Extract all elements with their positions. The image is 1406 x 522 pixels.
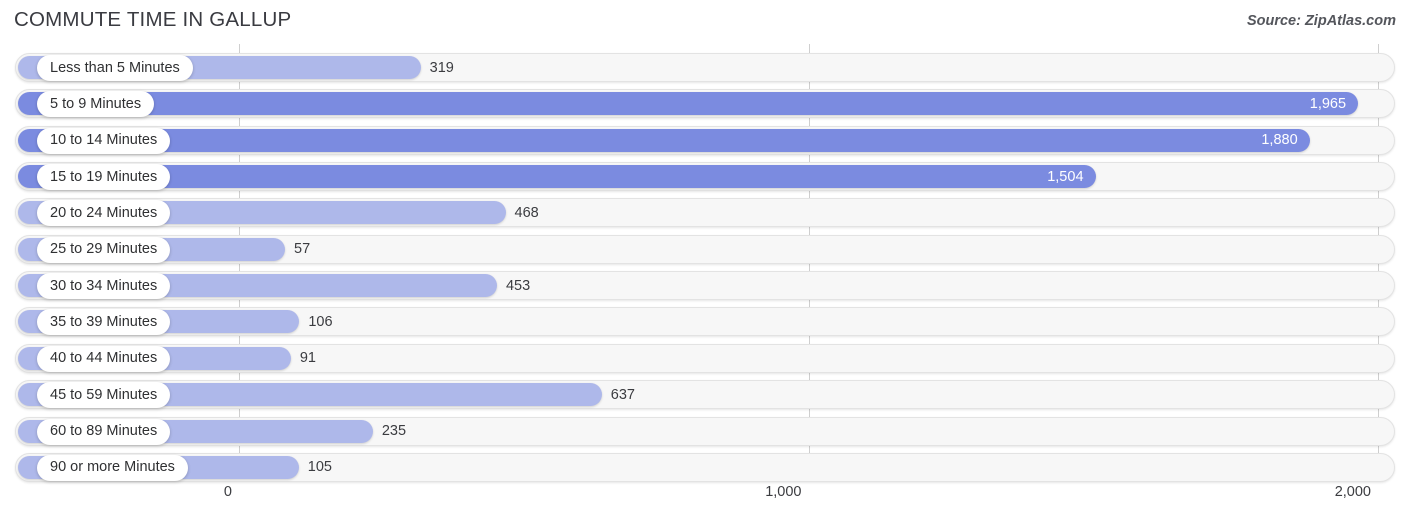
category-label-pill: 5 to 9 Minutes bbox=[37, 91, 155, 118]
bar-row: 15 to 19 Minutes 1,504 bbox=[15, 162, 1395, 192]
bar-value-label: 106 bbox=[308, 313, 333, 330]
bar-row: 30 to 34 Minutes 453 bbox=[15, 271, 1395, 301]
x-axis-tick-label: 0 bbox=[223, 484, 232, 500]
bar[interactable] bbox=[18, 128, 1310, 152]
bar-row: 60 to 89 Minutes 235 bbox=[15, 416, 1395, 446]
category-label-pill: 40 to 44 Minutes bbox=[37, 345, 171, 372]
bar-value-label: 105 bbox=[307, 459, 332, 476]
bar-value-label: 453 bbox=[505, 277, 531, 294]
bar-row: 20 to 24 Minutes 468 bbox=[15, 198, 1395, 228]
bar-value-label: 1,880 bbox=[1261, 132, 1298, 149]
bar-row: 10 to 14 Minutes 1,880 bbox=[15, 125, 1395, 155]
bar-row: 90 or more Minutes 105 bbox=[15, 452, 1395, 482]
page-title: COMMUTE TIME IN GALLUP bbox=[14, 8, 292, 31]
bar-value-label: 637 bbox=[610, 386, 635, 403]
category-label-pill: 90 or more Minutes bbox=[37, 454, 188, 481]
bar-value-label: 1,504 bbox=[1047, 168, 1084, 185]
category-label-pill: 20 to 24 Minutes bbox=[37, 200, 171, 227]
bar-value-label: 91 bbox=[299, 350, 316, 367]
category-label-pill: 35 to 39 Minutes bbox=[37, 309, 171, 336]
bar-row: Less than 5 Minutes 319 bbox=[15, 53, 1395, 82]
bar-row: 5 to 9 Minutes 1,965 bbox=[15, 89, 1395, 119]
bar-value-label: 319 bbox=[429, 59, 454, 76]
bar-row: 45 to 59 Minutes 637 bbox=[15, 380, 1395, 410]
x-axis: 0 1,000 2,000 bbox=[0, 480, 1406, 522]
category-label-pill: 10 to 14 Minutes bbox=[37, 127, 171, 154]
bar-value-label: 468 bbox=[514, 204, 539, 221]
category-label-pill: 60 to 89 Minutes bbox=[37, 418, 171, 445]
bar-value-label: 57 bbox=[294, 241, 311, 258]
x-axis-tick-label: 2,000 bbox=[1334, 484, 1371, 500]
bar-row: 25 to 29 Minutes 57 bbox=[15, 234, 1395, 264]
category-label-pill: 30 to 34 Minutes bbox=[37, 273, 171, 300]
x-axis-tick-label: 1,000 bbox=[765, 484, 802, 500]
bar-row: 35 to 39 Minutes 106 bbox=[15, 307, 1395, 337]
bar[interactable] bbox=[18, 165, 1096, 189]
bar-value-label: 235 bbox=[381, 423, 407, 439]
category-label-pill: 45 to 59 Minutes bbox=[37, 382, 171, 409]
category-label-pill: 25 to 29 Minutes bbox=[37, 236, 171, 263]
source-attribution: Source: ZipAtlas.com bbox=[1246, 13, 1396, 29]
chart-header: COMMUTE TIME IN GALLUP Source: ZipAtlas.… bbox=[0, 0, 1406, 44]
category-label-pill: 15 to 19 Minutes bbox=[37, 164, 171, 191]
category-label-pill: Less than 5 Minutes bbox=[37, 55, 193, 81]
bar-value-label: 1,965 bbox=[1309, 95, 1347, 112]
bar-row: 40 to 44 Minutes 91 bbox=[15, 343, 1395, 373]
bar[interactable] bbox=[18, 92, 1359, 116]
chart-plot-area: Less than 5 Minutes 319 5 to 9 Minutes 1,96… bbox=[0, 44, 1406, 482]
